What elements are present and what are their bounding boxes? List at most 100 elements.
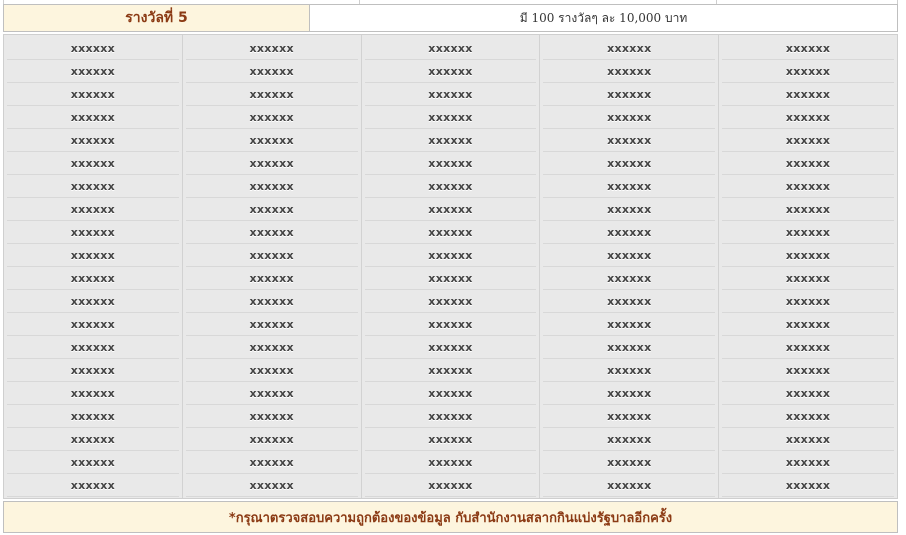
prize-number-cell: xxxxxx: [543, 268, 716, 290]
prize-number-cell: xxxxxx: [364, 475, 537, 497]
prize-number-cell: xxxxxx: [722, 130, 894, 152]
prize-number-cell: xxxxxx: [543, 337, 716, 359]
prize-number-cell: xxxxxx: [7, 107, 179, 129]
prize-number-cell: xxxxxx: [185, 107, 358, 129]
prize-number-cell: xxxxxx: [722, 406, 894, 428]
prize-number-cell: xxxxxx: [364, 199, 537, 221]
prize-number-cell: xxxxxx: [364, 314, 537, 336]
prize-number-cell: xxxxxx: [722, 107, 894, 129]
prize-number-cell: xxxxxx: [364, 107, 537, 129]
prize-number-cell: xxxxxx: [185, 429, 358, 451]
prize-number-cell: xxxxxx: [364, 245, 537, 267]
prize-number-cell: xxxxxx: [722, 268, 894, 290]
prize-number-cell: xxxxxx: [722, 38, 894, 60]
prize-number-cell: xxxxxx: [543, 245, 716, 267]
prize-number-cell: xxxxxx: [7, 153, 179, 175]
prize-number-cell: xxxxxx: [543, 199, 716, 221]
prize-number-cell: xxxxxx: [722, 452, 894, 474]
prize-number-cell: xxxxxx: [7, 199, 179, 221]
prize-number-cell: xxxxxx: [185, 314, 358, 336]
prize-number-cell: xxxxxx: [364, 291, 537, 313]
prize-number-cell: xxxxxx: [185, 452, 358, 474]
number-column: xxxxxx xxxxxx xxxxxx xxxxxx xxxxxx xxxxxx xxxx…: [4, 35, 183, 498]
prize-number-cell: xxxxxx: [364, 383, 537, 405]
prize-number-cell: xxxxxx: [364, 429, 537, 451]
prize-header: รางวัลที่ 5 มี 100 รางวัลๆ ละ 10,000 บาท: [3, 4, 898, 32]
prize-number-cell: xxxxxx: [722, 199, 894, 221]
prize-number-cell: xxxxxx: [185, 268, 358, 290]
prize-number-cell: xxxxxx: [364, 406, 537, 428]
prize-number-cell: xxxxxx: [185, 360, 358, 382]
prize-number-cell: xxxxxx: [364, 61, 537, 83]
prize-number-cell: xxxxxx: [543, 153, 716, 175]
prize-number-cell: xxxxxx: [185, 337, 358, 359]
prize-number-cell: xxxxxx: [185, 291, 358, 313]
prize-number-cell: xxxxxx: [722, 429, 894, 451]
prize-number-cell: xxxxxx: [7, 268, 179, 290]
prize-number-cell: xxxxxx: [722, 222, 894, 244]
prize-number-cell: xxxxxx: [7, 452, 179, 474]
prize-number-cell: xxxxxx: [364, 452, 537, 474]
prize-number-cell: xxxxxx: [7, 84, 179, 106]
prize-number-cell: xxxxxx: [543, 406, 716, 428]
prize-number-cell: xxxxxx: [722, 245, 894, 267]
prize-number-cell: xxxxxx: [722, 291, 894, 313]
prize-number-cell: xxxxxx: [543, 176, 716, 198]
prize-number-cell: xxxxxx: [7, 61, 179, 83]
prize-number-cell: xxxxxx: [543, 429, 716, 451]
prize-number-cell: xxxxxx: [722, 360, 894, 382]
prize-number-cell: xxxxxx: [364, 337, 537, 359]
prize-number-cell: xxxxxx: [185, 222, 358, 244]
verification-note: *กรุณาตรวจสอบความถูกต้องของข้อมูล กับสำน…: [3, 501, 898, 533]
prize-number-cell: xxxxxx: [364, 130, 537, 152]
prize-number-cell: xxxxxx: [7, 38, 179, 60]
prize-number-cell: xxxxxx: [543, 107, 716, 129]
prize-number-cell: xxxxxx: [7, 130, 179, 152]
number-column: xxxxxx xxxxxx xxxxxx xxxxxx xxxxxx xxxxxx xxxx…: [362, 35, 541, 498]
prize-number-cell: xxxxxx: [7, 291, 179, 313]
prize-title: รางวัลที่ 5: [4, 5, 310, 31]
prize-number-cell: xxxxxx: [185, 84, 358, 106]
prize-number-cell: xxxxxx: [722, 383, 894, 405]
prize-number-cell: xxxxxx: [7, 245, 179, 267]
prize-number-cell: xxxxxx: [364, 38, 537, 60]
prize-number-cell: xxxxxx: [7, 176, 179, 198]
number-column: xxxxxx xxxxxx xxxxxx xxxxxx xxxxxx xxxxxx xxxx…: [183, 35, 362, 498]
prize-number-cell: xxxxxx: [185, 176, 358, 198]
prize-number-cell: xxxxxx: [364, 222, 537, 244]
prize-number-cell: xxxxxx: [185, 199, 358, 221]
prize-number-cell: xxxxxx: [7, 337, 179, 359]
prize-number-cell: xxxxxx: [7, 222, 179, 244]
prize-number-cell: xxxxxx: [543, 130, 716, 152]
prize-number-cell: xxxxxx: [364, 360, 537, 382]
prize-description: มี 100 รางวัลๆ ละ 10,000 บาท: [310, 5, 897, 31]
prize-number-cell: xxxxxx: [722, 475, 894, 497]
prize-number-cell: xxxxxx: [722, 84, 894, 106]
prize-number-cell: xxxxxx: [543, 38, 716, 60]
prize-number-cell: xxxxxx: [185, 38, 358, 60]
prize-number-cell: xxxxxx: [722, 61, 894, 83]
prize-number-cell: xxxxxx: [543, 383, 716, 405]
prize-number-cell: xxxxxx: [185, 130, 358, 152]
prize-number-cell: xxxxxx: [185, 475, 358, 497]
prize-number-cell: xxxxxx: [543, 314, 716, 336]
prize-number-cell: xxxxxx: [543, 61, 716, 83]
prize-number-cell: xxxxxx: [364, 268, 537, 290]
prize-number-cell: xxxxxx: [7, 475, 179, 497]
prize-number-cell: xxxxxx: [722, 337, 894, 359]
prize-number-cell: xxxxxx: [543, 222, 716, 244]
prize-number-cell: xxxxxx: [185, 61, 358, 83]
prize-number-cell: xxxxxx: [364, 84, 537, 106]
prize-number-cell: xxxxxx: [185, 383, 358, 405]
lottery-prize-panel: รางวัลที่ 5 มี 100 รางวัลๆ ละ 10,000 บาท…: [3, 0, 898, 535]
prize-number-cell: xxxxxx: [543, 452, 716, 474]
number-column: xxxxxx xxxxxx xxxxxx xxxxxx xxxxxx xxxxxx xxxx…: [719, 35, 897, 498]
prize-number-cell: xxxxxx: [543, 291, 716, 313]
prize-number-cell: xxxxxx: [7, 314, 179, 336]
prize-number-cell: xxxxxx: [185, 153, 358, 175]
prize-number-cell: xxxxxx: [7, 429, 179, 451]
prize-number-cell: xxxxxx: [7, 406, 179, 428]
prize-number-cell: xxxxxx: [722, 153, 894, 175]
prize-number-cell: xxxxxx: [364, 176, 537, 198]
prize-number-cell: xxxxxx: [543, 84, 716, 106]
